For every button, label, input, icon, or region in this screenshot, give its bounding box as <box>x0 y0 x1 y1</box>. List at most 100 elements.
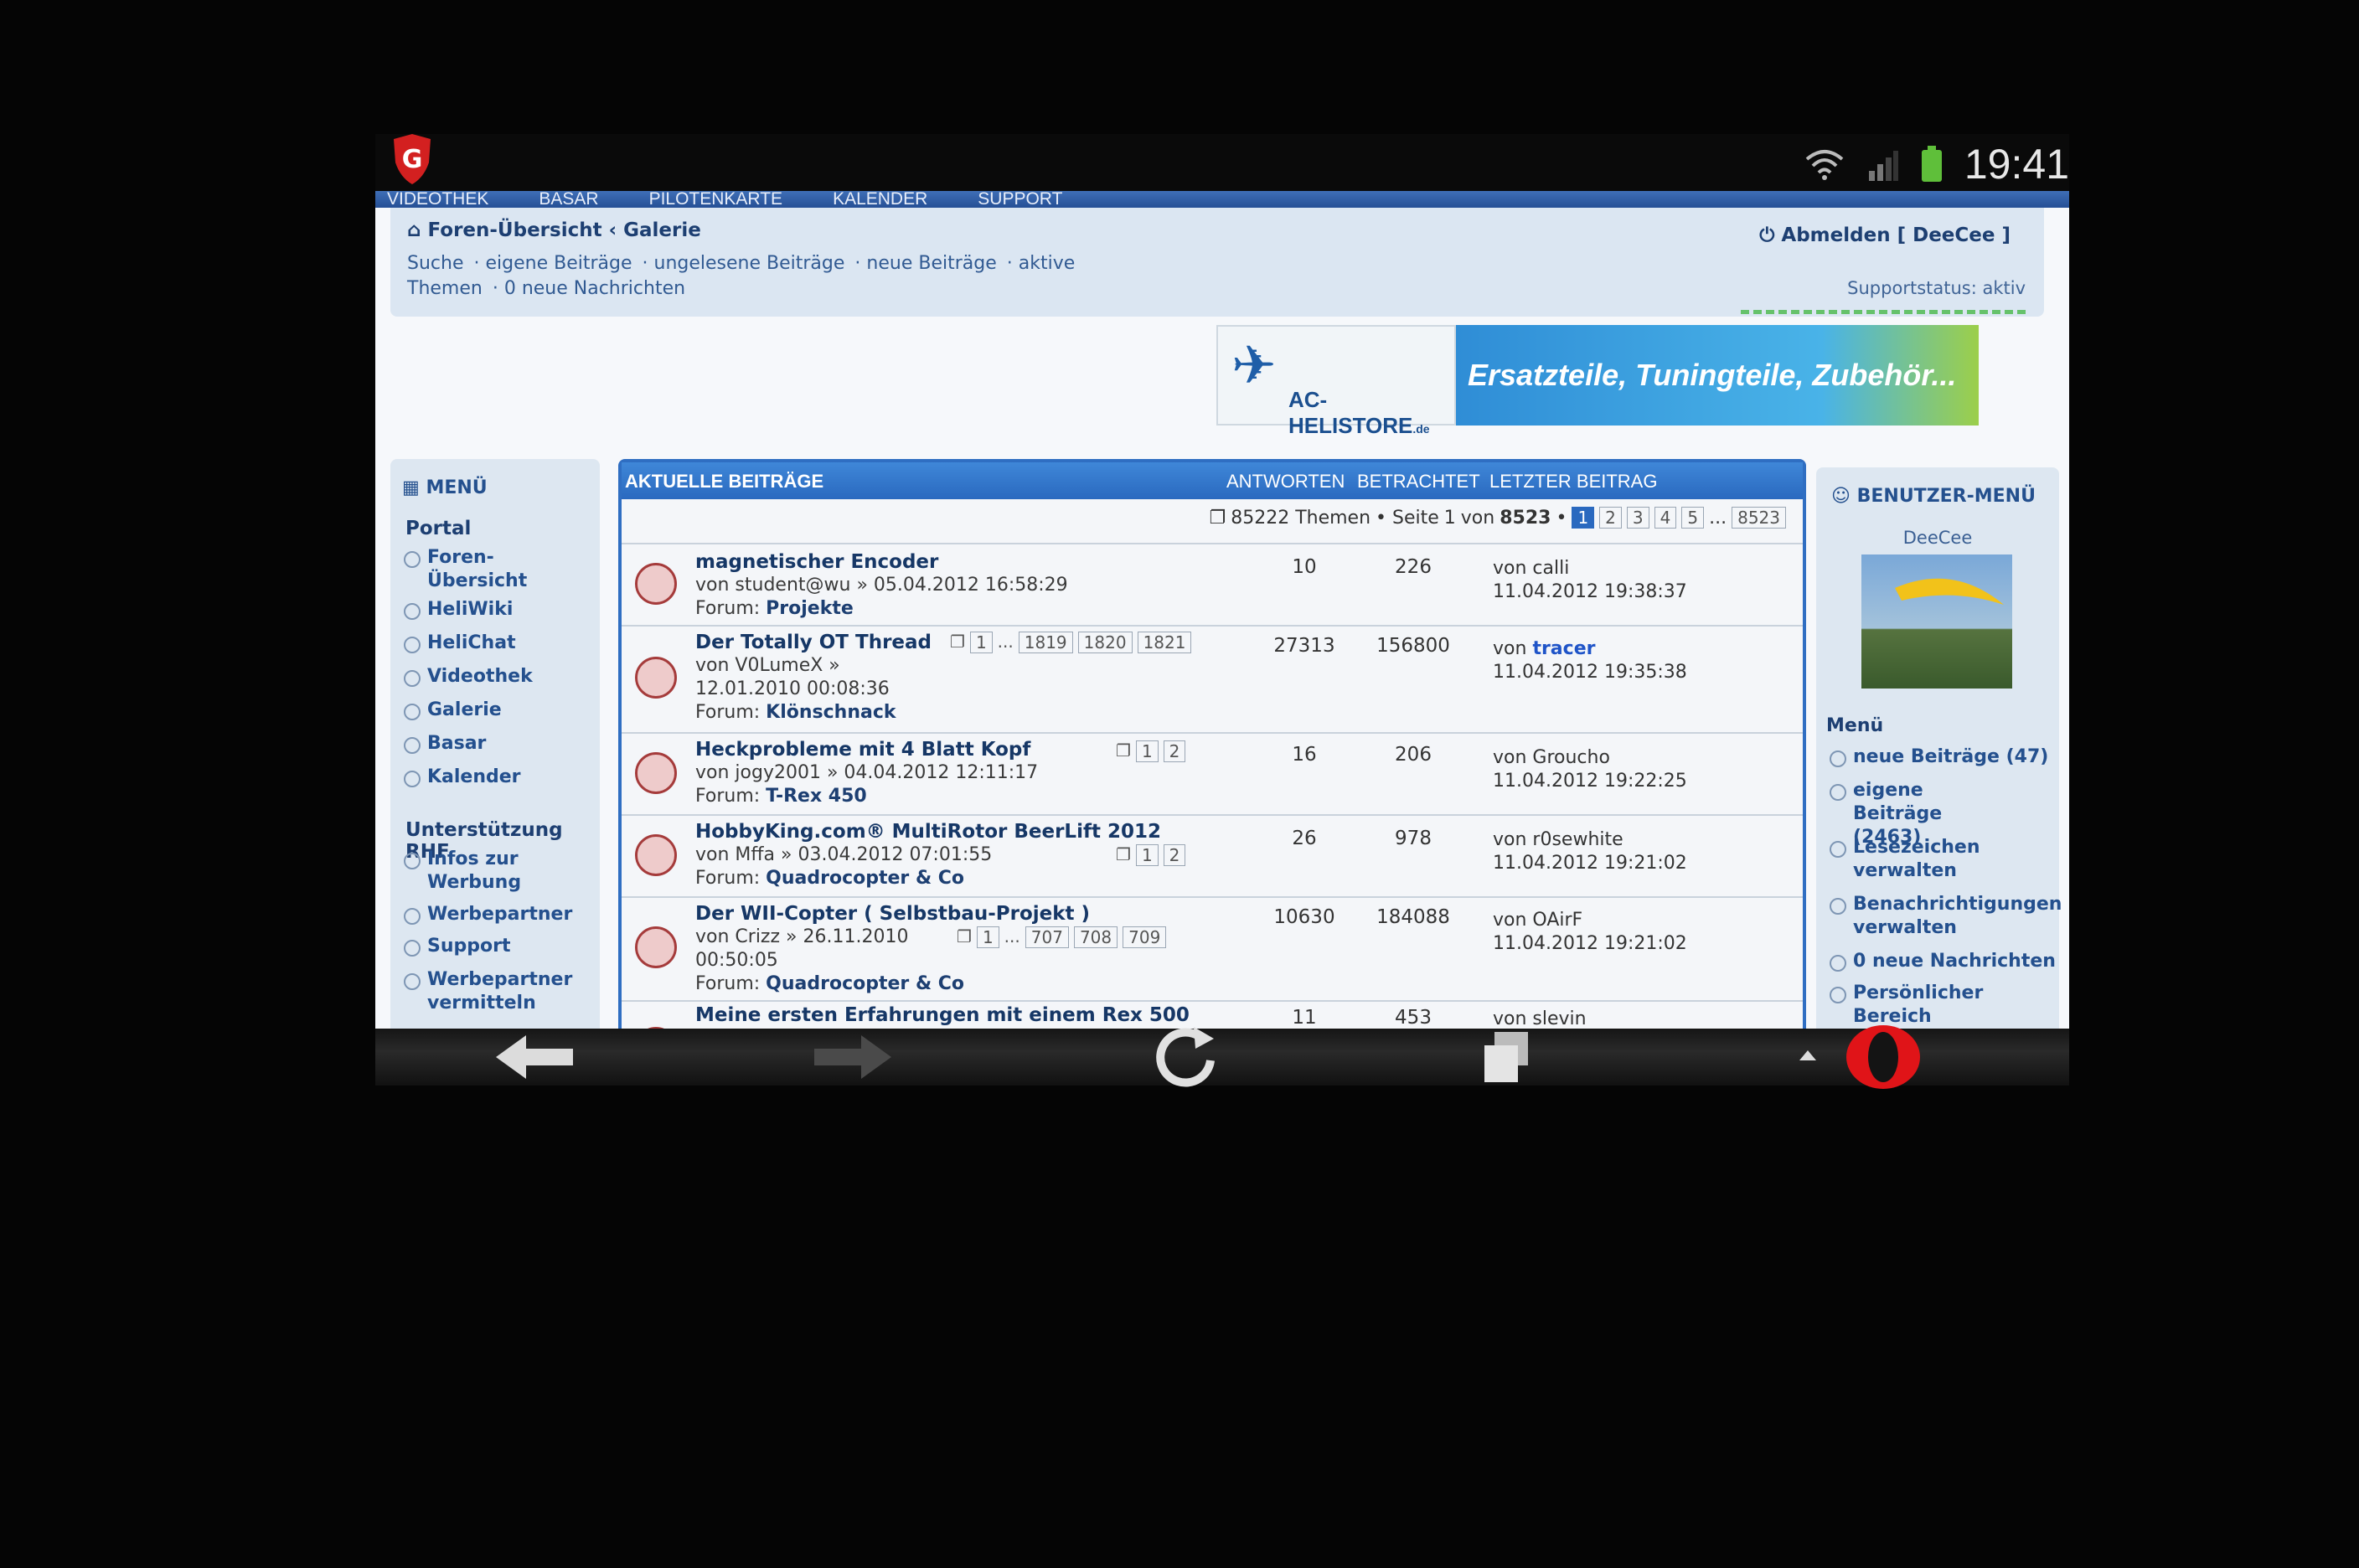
plus-icon <box>1830 841 1846 858</box>
user-menu-messages[interactable]: 0 neue Nachrichten <box>1830 950 2056 973</box>
user-menu-personal-area[interactable]: Persönlicher Bereich <box>1830 982 1997 1029</box>
page-info-of: von <box>1460 507 1495 529</box>
logout-link[interactable]: ⏻ Abmelden [ DeeCee ] <box>1759 224 2011 246</box>
topic-row[interactable]: HobbyKing.com® MultiRotor BeerLift 2012 … <box>622 814 1803 898</box>
topnav-support[interactable]: SUPPORT <box>978 191 1062 209</box>
topic-page-link[interactable]: 709 <box>1123 926 1167 948</box>
topic-title[interactable]: Der Totally OT Thread <box>695 632 932 653</box>
menu-item-ad-partners[interactable]: Werbepartner <box>404 903 572 926</box>
user-menu-new-posts[interactable]: neue Beiträge (47) <box>1830 745 2048 769</box>
page-button-3[interactable]: 3 <box>1626 507 1649 529</box>
last-post-time: 11.04.2012 19:35:38 <box>1493 662 1687 683</box>
plus-icon <box>404 551 421 568</box>
topic-replies: 16 <box>1292 744 1317 766</box>
username[interactable]: DeeCee <box>1816 528 2059 548</box>
tabs-button[interactable] <box>1456 1029 1556 1086</box>
plus-icon <box>404 771 421 787</box>
menu-item-refer-partners[interactable]: Werbepartner vermitteln <box>404 968 572 1015</box>
avatar[interactable] <box>1861 554 2012 689</box>
banner-slogan-text: Ersatzteile, Tuningteile, Zubehör... <box>1468 358 1957 392</box>
plus-icon <box>404 940 421 957</box>
menu-item-videothek[interactable]: Videothek <box>404 665 533 689</box>
topic-status-icon <box>635 752 677 794</box>
page-button-2[interactable]: 2 <box>1599 507 1622 529</box>
topic-row[interactable]: Heckprobleme mit 4 Blatt Kopf ❐ 1 2 von … <box>622 732 1803 816</box>
last-post-author[interactable]: von r0sewhite <box>1493 829 1623 850</box>
wifi-icon <box>1805 150 1844 180</box>
last-post-author[interactable]: von calli <box>1493 558 1569 579</box>
topic-page-link[interactable]: 1 <box>976 926 999 948</box>
user-menu-notifications[interactable]: Benachrichtigungen verwalten <box>1830 893 2062 940</box>
topic-replies: 27313 <box>1273 635 1335 657</box>
menu-item-helichat[interactable]: HeliChat <box>404 632 516 655</box>
breadcrumb-gallery[interactable]: Galerie <box>623 219 701 241</box>
topnav-videothek[interactable]: VIDEOTHEK <box>387 191 488 209</box>
forward-button[interactable] <box>803 1029 903 1086</box>
topic-page-link[interactable]: 1 <box>969 632 993 653</box>
topic-page-link[interactable]: 1820 <box>1077 632 1133 653</box>
menu-item-galerie[interactable]: Galerie <box>404 699 502 722</box>
topic-page-link[interactable]: 1821 <box>1137 632 1192 653</box>
topic-title[interactable]: Der WII-Copter ( Selbstbau-Projekt ) <box>695 903 1090 925</box>
last-post-author[interactable]: von Groucho <box>1493 747 1610 768</box>
topic-page-link[interactable]: 2 <box>1163 740 1186 762</box>
topic-pages: ❐ 1 2 <box>1116 844 1186 866</box>
topic-pages-icon: ❐ <box>957 926 972 946</box>
page-button-5[interactable]: 5 <box>1681 507 1705 529</box>
topic-forum: Forum: Projekte <box>695 598 854 619</box>
topic-title[interactable]: HobbyKing.com® MultiRotor BeerLift 2012 <box>695 821 1161 843</box>
link-new-posts[interactable]: neue Beiträge <box>866 253 996 274</box>
topic-page-link[interactable]: 708 <box>1073 926 1118 948</box>
menu-item-heliwiki[interactable]: HeliWiki <box>404 598 513 622</box>
topic-title[interactable]: Meine ersten Erfahrungen mit einem Rex 5… <box>695 1003 1198 1029</box>
opera-menu-button[interactable] <box>1774 1025 1942 1089</box>
signal-icon <box>1868 151 1898 181</box>
topic-title[interactable]: magnetischer Encoder <box>695 551 938 573</box>
ad-banner[interactable]: ✈ AC-HELISTORE.de Ersatzteile, Tuningtei… <box>1216 325 1979 438</box>
topnav-kalender[interactable]: KALENDER <box>833 191 927 209</box>
pagination-bar: ❐ 85222 Themen • Seite 1 von 8523 • 1 2 … <box>622 503 1786 533</box>
reload-button[interactable] <box>1138 1027 1238 1087</box>
topic-pages: ❐ 1 ... 707 708 709 <box>957 926 1167 948</box>
page-info-prefix: • Seite <box>1376 507 1439 529</box>
page-info-bullet: • <box>1556 507 1567 529</box>
menu-item-support[interactable]: Support <box>404 935 510 958</box>
topic-row[interactable]: Der Totally OT Thread ❐ 1 ... 1819 1820 … <box>622 625 1803 734</box>
breadcrumb-forum-overview[interactable]: Foren-Übersicht <box>427 219 601 241</box>
topic-page-link[interactable]: 2 <box>1163 844 1186 866</box>
menu-item-kalender[interactable]: Kalender <box>404 766 521 789</box>
topic-page-link[interactable]: 1819 <box>1018 632 1073 653</box>
link-new-messages[interactable]: 0 neue Nachrichten <box>504 278 685 299</box>
menu-item-basar[interactable]: Basar <box>404 732 486 756</box>
support-status: Supportstatus: aktiv <box>1847 278 2026 298</box>
user-menu: ☺ BENUTZER-MENÜ DeeCee Menü neue Beiträg… <box>1816 467 2062 1029</box>
user-menu-bookmarks[interactable]: Lesezeichen verwalten <box>1830 836 1997 883</box>
topic-row[interactable]: magnetischer Encoder von student@wu » 05… <box>622 543 1803 627</box>
plus-icon <box>1830 955 1846 972</box>
topic-page-link[interactable]: 1 <box>1135 844 1159 866</box>
topic-status-icon <box>635 657 677 699</box>
browser-page: VIDEOTHEK BASAR PILOTENKARTE KALENDER SU… <box>375 191 2069 1029</box>
topic-title[interactable]: Heckprobleme mit 4 Blatt Kopf <box>695 739 1030 761</box>
page-button-last[interactable]: 8523 <box>1732 507 1786 529</box>
menu-item-ad-info[interactable]: Infos zur Werbung <box>404 848 529 895</box>
topic-forum: Forum: Quadrocopter & Co <box>695 973 965 994</box>
back-button[interactable] <box>484 1029 585 1086</box>
page-button-4[interactable]: 4 <box>1654 507 1677 529</box>
last-post-author-link[interactable]: tracer <box>1532 638 1595 659</box>
page-button-1[interactable]: 1 <box>1572 507 1595 529</box>
topic-date: 12.01.2010 00:08:36 <box>695 678 890 699</box>
topic-row[interactable]: Der WII-Copter ( Selbstbau-Projekt ) ❐ 1… <box>622 896 1803 1002</box>
topic-author: von Mffa » 03.04.2012 07:01:55 <box>695 844 993 865</box>
menu-item-forum-overview[interactable]: Foren-Übersicht <box>404 546 529 593</box>
topnav-basar[interactable]: BASAR <box>539 191 598 209</box>
link-own-posts[interactable]: eigene Beiträge <box>485 253 632 274</box>
link-search[interactable]: Suche <box>407 253 463 274</box>
home-icon: ⌂ <box>407 219 421 241</box>
topnav-pilotenkarte[interactable]: PILOTENKARTE <box>649 191 783 209</box>
topic-page-link[interactable]: 707 <box>1025 926 1069 948</box>
topic-page-link[interactable]: 1 <box>1135 740 1159 762</box>
last-post-author[interactable]: von OAirF <box>1493 910 1582 931</box>
link-unread-posts[interactable]: ungelesene Beiträge <box>654 253 845 274</box>
last-post-time: 11.04.2012 19:22:25 <box>1493 771 1687 792</box>
